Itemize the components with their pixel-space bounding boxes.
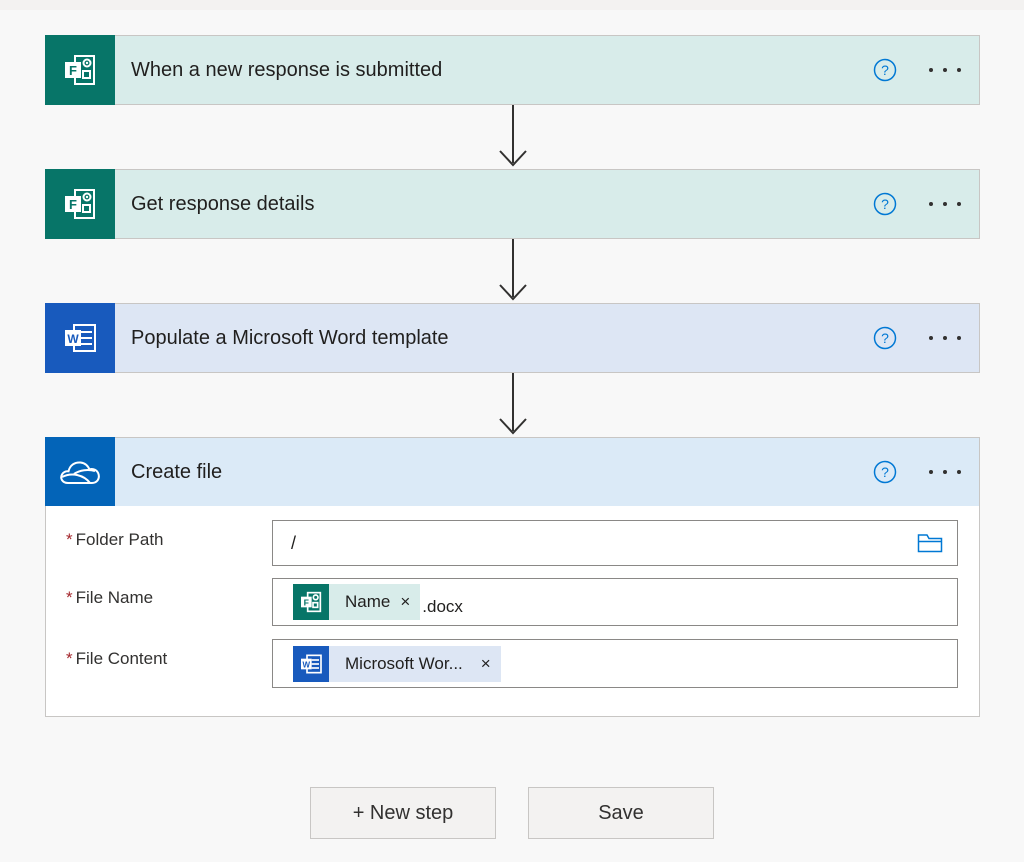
token-label: Microsoft Wor... [345,653,463,673]
folder-path-label: * Folder Path [66,530,164,549]
svg-text:W: W [303,660,311,669]
step-card-populate-word[interactable]: W Populate a Microsoft Word template ? [45,303,980,373]
token-label: Name [345,592,391,611]
forms-icon: F [45,35,115,105]
connector-arrow [499,239,527,301]
more-options-icon[interactable] [925,192,965,216]
top-strip [0,0,1024,10]
step-card-trigger[interactable]: F When a new response is submitted ? [45,35,980,105]
step-card-get-response[interactable]: F Get response details ? [45,169,980,239]
help-icon[interactable]: ? [873,192,897,216]
step-title: Create file [131,460,223,483]
step-title: When a new response is submitted [131,58,443,81]
step-card-create-file[interactable]: Create file ? [45,437,980,507]
more-options-icon[interactable] [925,460,965,484]
svg-text:F: F [69,197,77,212]
save-button[interactable]: Save [528,787,714,839]
word-icon: W [45,303,115,373]
name-token[interactable]: F Name × [293,584,421,620]
help-icon[interactable]: ? [873,460,897,484]
more-options-icon[interactable] [925,58,965,82]
svg-text:W: W [67,332,79,346]
required-marker: * [66,530,73,549]
step-title: Populate a Microsoft Word template [131,326,449,349]
new-step-button[interactable]: + New step [310,787,496,839]
file-name-suffix: .docx [422,597,463,616]
help-icon[interactable]: ? [873,58,897,82]
create-file-panel: * Folder Path / * File Name F Name × .docx [45,506,980,717]
folder-picker-icon[interactable] [917,533,943,553]
svg-text:?: ? [881,62,889,78]
svg-text:F: F [69,63,77,78]
file-name-input[interactable]: F Name × .docx [272,578,958,626]
help-icon[interactable]: ? [873,326,897,350]
more-options-icon[interactable] [925,326,965,350]
folder-path-input[interactable]: / [272,520,958,566]
svg-text:?: ? [881,330,889,346]
remove-token-icon[interactable]: × [463,654,501,674]
required-marker: * [66,588,73,607]
connector-arrow [499,373,527,435]
word-document-token[interactable]: W Microsoft Wor... × [293,645,501,682]
svg-text:?: ? [881,464,889,480]
svg-text:F: F [304,597,309,607]
file-name-label: * File Name [66,588,154,607]
file-content-input[interactable]: W Microsoft Wor... × [272,639,958,688]
onedrive-icon [45,437,115,507]
forms-icon: F [45,169,115,239]
word-icon: W [293,645,329,682]
folder-path-value: / [291,532,297,553]
forms-icon: F [293,584,329,620]
connector-arrow [499,105,527,167]
step-title: Get response details [131,192,315,215]
svg-text:?: ? [881,196,889,212]
required-marker: * [66,649,73,668]
file-content-label: * File Content [66,649,168,668]
remove-token-icon[interactable]: × [390,592,420,612]
